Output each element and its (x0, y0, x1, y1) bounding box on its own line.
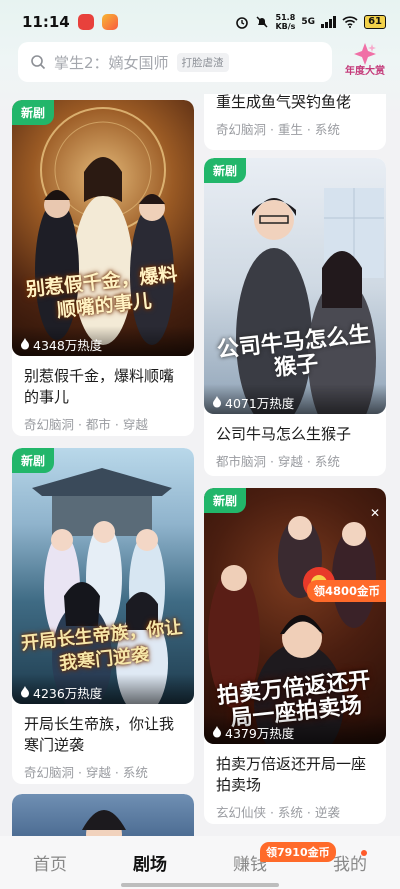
drama-cover[interactable]: 新剧 ✕ 领4800金币 拍卖万倍返还开局一座拍卖场 4379万热度 (204, 488, 386, 744)
heat-badge: 4379万热度 (204, 714, 386, 744)
heat-value: 4071万热度 (225, 395, 295, 411)
drama-cover[interactable]: 新剧 开局长生帝族，你让我寒门逆袭 4236万热度 (12, 448, 194, 704)
award-label: 年度大赏 (345, 66, 385, 77)
net-speed: 51.8 KB/s (275, 13, 296, 31)
bottom-nav: 首页 剧场 赚钱 我的 (0, 836, 400, 889)
drama-card[interactable]: 新剧 开局长生帝族，你让我寒门逆袭 4236万热度 开局长生帝族，你让我寒门逆袭… (12, 448, 194, 784)
drama-title[interactable]: 别惹假千金，爆料顺嘴的事儿 (12, 356, 194, 408)
drama-genres: 奇幻脑洞 · 重生 · 系统 (216, 122, 340, 137)
cover-illustration (82, 810, 126, 836)
drama-cover[interactable] (12, 794, 194, 836)
new-drama-tag: 新剧 (12, 100, 55, 125)
annual-award-button[interactable]: 年度大赏 (340, 42, 390, 86)
earn-coins-badge[interactable]: 领7910金币 (260, 842, 336, 862)
search-input[interactable]: 掌生2：嫡女国师 打脸虐渣 (18, 42, 332, 82)
flame-icon (213, 726, 221, 738)
search-placeholder: 掌生2：嫡女国师 (54, 53, 169, 72)
status-bar: 11:14 51.8 KB/s 5G 61 (0, 0, 400, 44)
clock: 11:14 (22, 13, 70, 31)
tab-theater[interactable]: 剧场 (100, 850, 200, 875)
drama-genres: 奇幻脑洞 · 都市 · 穿越 (24, 417, 148, 432)
tab-home[interactable]: 首页 (0, 850, 100, 875)
flame-icon (213, 396, 221, 408)
status-icons: 51.8 KB/s 5G 61 (235, 13, 386, 31)
app-notification-icon (77, 14, 94, 30)
heat-value: 4348万热度 (33, 337, 103, 353)
drama-title[interactable]: 开局长生帝族，你让我寒门逆袭 (12, 704, 194, 756)
new-drama-tag: 新剧 (204, 488, 247, 513)
new-drama-tag: 新剧 (12, 448, 55, 473)
heat-value: 4379万热度 (225, 725, 295, 741)
drama-card[interactable]: 新剧 ✕ 领4800金币 拍卖万倍返还开局一座拍卖场 4379万热度 拍卖万倍返… (204, 488, 386, 824)
home-indicator[interactable] (121, 883, 279, 887)
notification-dot (361, 850, 367, 856)
drama-card[interactable]: 新剧 公司牛马怎么生猴子 4071万热度 公司牛马怎么生猴子 都市脑洞 · 穿越… (204, 158, 386, 476)
battery-icon: 61 (364, 15, 386, 29)
drama-cover[interactable]: 新剧 公司牛马怎么生猴子 4071万热度 (204, 158, 386, 414)
close-icon[interactable]: ✕ (370, 506, 380, 520)
drama-title[interactable]: 重生成鱼气哭钓鱼佬 (204, 94, 386, 113)
drama-title[interactable]: 公司牛马怎么生猴子 (204, 414, 386, 445)
alarm-icon (236, 17, 249, 29)
drama-card[interactable] (12, 794, 194, 836)
game-notification-icon (101, 14, 118, 30)
heat-badge: 4348万热度 (12, 326, 194, 356)
drama-genres: 都市脑洞 · 穿越 · 系统 (216, 454, 340, 469)
drama-feed[interactable]: 新剧 别惹假千金，爆料顺嘴的事儿 4348万热度 别惹假千金，爆料顺嘴的事儿 奇… (0, 94, 400, 836)
search-icon (31, 55, 46, 70)
drama-card[interactable]: 重生成鱼气哭钓鱼佬 奇幻脑洞 · 重生 · 系统 (204, 94, 386, 150)
network-type: 5G (301, 17, 316, 27)
drama-title[interactable]: 拍卖万倍返还开局一座拍卖场 (204, 744, 386, 796)
coin-reward-badge[interactable]: 领4800金币 (307, 580, 386, 602)
new-drama-tag: 新剧 (204, 158, 247, 183)
signal-icon (321, 16, 337, 28)
drama-cover[interactable]: 新剧 别惹假千金，爆料顺嘴的事儿 4348万热度 (12, 100, 194, 356)
heat-badge: 4236万热度 (12, 674, 194, 704)
heat-badge: 4071万热度 (204, 384, 386, 414)
wifi-icon (342, 16, 358, 28)
flame-icon (21, 338, 29, 350)
search-tag: 打脸虐渣 (176, 52, 229, 72)
drama-card[interactable]: 新剧 别惹假千金，爆料顺嘴的事儿 4348万热度 别惹假千金，爆料顺嘴的事儿 奇… (12, 100, 194, 436)
heat-value: 4236万热度 (33, 685, 103, 701)
flame-icon (21, 686, 29, 698)
drama-genres: 奇幻脑洞 · 穿越 · 系统 (24, 765, 148, 780)
star-icon (354, 43, 376, 65)
drama-genres: 玄幻仙侠 · 系统 · 逆袭 (216, 805, 340, 820)
mute-bell-icon (256, 16, 268, 28)
